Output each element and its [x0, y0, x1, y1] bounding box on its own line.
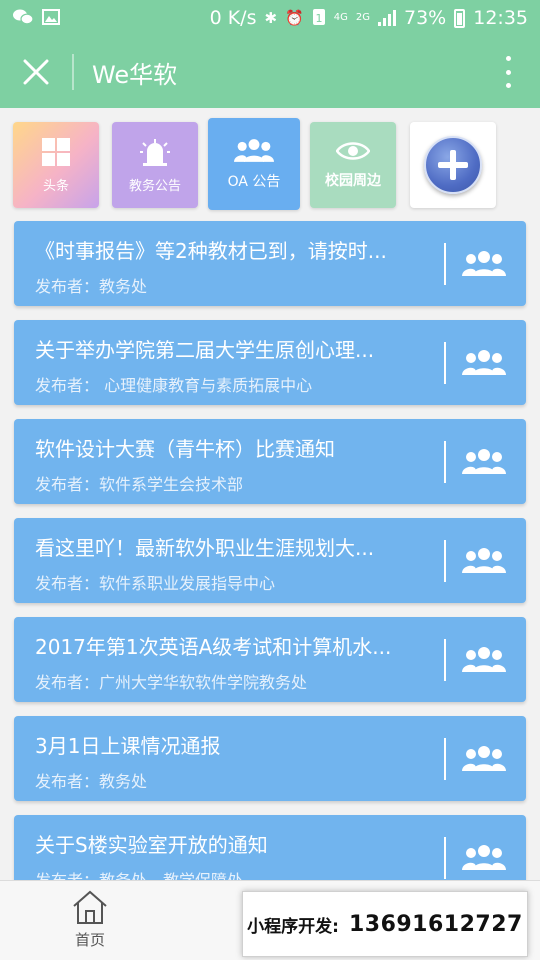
post-title: 关于举办学院第二届大学生原创心理...: [35, 338, 375, 362]
tile-headlines[interactable]: 头条: [13, 122, 99, 208]
siren-icon: [140, 138, 170, 166]
group-icon: [462, 647, 506, 672]
post-publisher: 发布者：软件系职业发展指导中心: [35, 574, 276, 593]
post-title: 3月1日上课情况通报: [35, 734, 221, 758]
tile-label: 头条: [42, 178, 69, 194]
post-title: 看这里吖！最新软外职业生涯规划大...: [35, 536, 375, 560]
promo-phone: 13691612727: [348, 911, 523, 937]
post-title: 《时事报告》等2种教材已到，请按时...: [35, 239, 387, 263]
page-title: We华软: [92, 60, 178, 89]
title-bar: We华软: [0, 36, 540, 108]
tile-academic-notices[interactable]: 教务公告: [112, 122, 198, 208]
image-icon: [42, 8, 60, 28]
battery-percent: 73%: [404, 7, 447, 29]
category-tiles: 头条 教务公告 OA 公告 校园周边: [12, 118, 528, 214]
post-title: 2017年第1次英语A级考试和计算机水...: [35, 635, 392, 659]
post-publisher: 发布者：广州大学华软软件学院教务处: [35, 673, 308, 692]
home-icon: [73, 890, 107, 924]
eye-icon: [336, 142, 370, 160]
card-divider: [444, 540, 446, 582]
close-button[interactable]: [0, 36, 72, 108]
list-item[interactable]: 软件设计大赛（青牛杯）比赛通知 发布者：软件系学生会技术部: [14, 419, 526, 504]
promo-label: 小程序开发:: [247, 916, 339, 937]
card-divider: [444, 342, 446, 384]
card-divider: [444, 243, 446, 285]
more-dot-icon: [505, 69, 511, 75]
tab-home[interactable]: 首页: [58, 889, 122, 955]
battery-icon: [454, 8, 466, 28]
group-icon: [462, 746, 506, 771]
card-divider: [444, 738, 446, 780]
more-dot-icon: [505, 83, 511, 88]
tile-campus-nearby[interactable]: 校园周边: [310, 122, 396, 208]
tab-home-label: 首页: [74, 931, 105, 949]
alarm-icon: ⏰: [285, 8, 304, 27]
group-icon: [462, 548, 506, 573]
list-item[interactable]: 3月1日上课情况通报 发布者：教务处: [14, 716, 526, 801]
post-publisher: 发布者：软件系学生会技术部: [35, 475, 244, 494]
status-right: 0 K/s ✱ ⏰ 1 4G 2G 73% 12:35: [210, 7, 528, 29]
list-item[interactable]: 看这里吖！最新软外职业生涯规划大... 发布者：软件系职业发展指导中心: [14, 518, 526, 603]
group-icon: [462, 350, 506, 375]
wechat-icon: [12, 8, 34, 29]
more-options-button[interactable]: [504, 56, 512, 88]
tile-label: OA 公告: [227, 174, 281, 190]
network-speed: 0 K/s: [209, 7, 257, 29]
svg-text:1: 1: [315, 12, 322, 25]
status-bar: 0 K/s ✱ ⏰ 1 4G 2G 73% 12:35: [0, 0, 540, 36]
more-dot-icon: [505, 56, 511, 61]
list-item[interactable]: 《时事报告》等2种教材已到，请按时... 发布者：教务处: [14, 221, 526, 306]
group-icon: [462, 449, 506, 474]
card-divider: [444, 837, 446, 879]
network-4g-label: 4G: [333, 12, 348, 23]
tile-oa-notices[interactable]: OA 公告: [208, 118, 300, 210]
group-icon: [462, 251, 506, 276]
post-title: 软件设计大赛（青牛杯）比赛通知: [35, 437, 335, 461]
tile-add[interactable]: [410, 122, 496, 208]
tile-label: 校园周边: [325, 173, 381, 189]
clock: 12:35: [473, 7, 528, 29]
status-left: [12, 8, 60, 29]
post-title: 关于S楼实验室开放的通知: [35, 833, 268, 857]
close-icon: [23, 59, 49, 85]
list-item[interactable]: 关于举办学院第二届大学生原创心理... 发布者： 心理健康教育与素质拓展中心: [14, 320, 526, 405]
signal-icon: [378, 10, 396, 26]
post-publisher: 发布者：教务处: [35, 277, 148, 296]
card-divider: [444, 639, 446, 681]
plus-icon: [424, 136, 482, 194]
bluetooth-icon: ✱: [264, 8, 278, 27]
card-divider: [444, 441, 446, 483]
post-publisher: 发布者：教务处: [35, 772, 148, 791]
grid-icon: [42, 137, 70, 166]
group-icon: [462, 845, 506, 870]
promo-banner: 小程序开发: 13691612727: [242, 891, 528, 957]
sim-icon: 1: [312, 8, 326, 29]
network-2g-label: 2G: [355, 12, 370, 23]
group-icon: [234, 139, 274, 162]
tile-label: 教务公告: [128, 178, 181, 194]
title-divider: [72, 54, 74, 90]
list-item[interactable]: 2017年第1次英语A级考试和计算机水... 发布者：广州大学华软软件学院教务处: [14, 617, 526, 702]
post-publisher: 发布者： 心理健康教育与素质拓展中心: [35, 376, 313, 395]
